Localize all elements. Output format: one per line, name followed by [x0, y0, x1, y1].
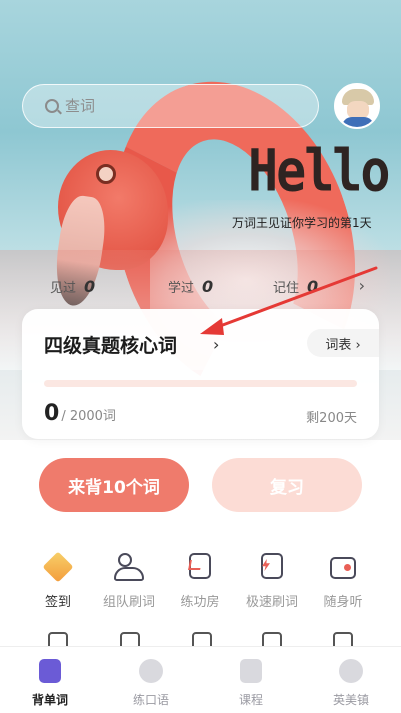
- stats-row[interactable]: 见过 0 学过 0 记住 0 ›: [22, 266, 379, 306]
- greeting-subtitle: 万词王见证你学习的第1天: [232, 216, 372, 230]
- search-icon: [45, 99, 59, 113]
- feature-label: 练功房: [180, 595, 220, 610]
- partial-icon: [48, 632, 68, 646]
- stat-label: 记住: [273, 280, 300, 296]
- feature-row-partial: [0, 632, 401, 646]
- tab-label: 练口语: [132, 693, 169, 707]
- chevron-right-icon[interactable]: ›: [213, 335, 219, 354]
- stat-value: 0: [202, 276, 214, 296]
- radio-icon: [328, 553, 358, 581]
- feature-label: 随身听: [323, 595, 363, 610]
- stat-seen: 见过 0: [50, 277, 95, 296]
- feature-label: 组队刷词: [102, 595, 155, 610]
- stat-value: 0: [84, 276, 96, 296]
- tab-label: 背单词: [31, 693, 68, 707]
- avatar[interactable]: [334, 83, 380, 129]
- feature-label: 极速刷词: [245, 595, 298, 610]
- team-icon: [114, 553, 144, 581]
- stat-label: 学过: [168, 280, 195, 296]
- learned-number: 0: [44, 401, 60, 426]
- search-bar[interactable]: [22, 84, 319, 128]
- speed-icon: [257, 553, 287, 581]
- book-title[interactable]: 四级真题核心词: [44, 331, 177, 358]
- total-words: / 2000词: [61, 409, 116, 424]
- learned-count: 0 / 2000词: [44, 401, 116, 426]
- book-progress-bar: [44, 380, 357, 387]
- tab-label: 英美镇: [332, 693, 369, 707]
- flamingo-eye: [96, 164, 116, 184]
- wordlist-button[interactable]: 词表 ›: [307, 329, 379, 357]
- feature-radio[interactable]: 随身听: [307, 553, 379, 610]
- learn-words-button[interactable]: 来背10个词: [39, 458, 189, 512]
- play-icon: [139, 659, 163, 683]
- compass-icon: [339, 659, 363, 683]
- stat-learned: 学过 0: [168, 277, 213, 296]
- stat-remembered: 记住 0: [273, 277, 318, 296]
- stat-label: 见过: [50, 280, 77, 296]
- partial-icon: [333, 632, 353, 646]
- diamond-icon: [42, 551, 74, 583]
- tab-label: 课程: [238, 693, 263, 707]
- search-input[interactable]: [65, 97, 305, 115]
- feature-label: 签到: [44, 595, 71, 610]
- feature-speed[interactable]: 极速刷词: [236, 553, 308, 610]
- partial-icon: [262, 632, 282, 646]
- partial-icon: [192, 632, 212, 646]
- days-remaining: 剩200天: [306, 411, 357, 426]
- greeting-title: Hello: [248, 137, 391, 205]
- tab-speaking[interactable]: 练口语: [106, 659, 196, 708]
- partial-icon: [120, 632, 140, 646]
- stat-value: 0: [307, 276, 319, 296]
- tab-town[interactable]: 英美镇: [306, 659, 396, 708]
- tab-words[interactable]: 背单词: [5, 659, 95, 708]
- bottom-tab-bar: 背单词 练口语 课程 英美镇: [0, 646, 401, 713]
- book-icon: [39, 659, 61, 683]
- chevron-right-icon[interactable]: ›: [359, 276, 365, 295]
- feature-practice-room[interactable]: 练功房: [164, 553, 236, 610]
- tab-courses[interactable]: 课程: [206, 659, 296, 708]
- bookmark-icon: [240, 659, 262, 683]
- practice-room-icon: [185, 553, 215, 581]
- feature-team[interactable]: 组队刷词: [93, 553, 165, 610]
- book-card: 四级真题核心词 › 词表 › 0 / 2000词 剩200天: [22, 309, 379, 439]
- review-button[interactable]: 复习: [212, 458, 362, 512]
- feature-checkin[interactable]: 签到: [22, 551, 94, 610]
